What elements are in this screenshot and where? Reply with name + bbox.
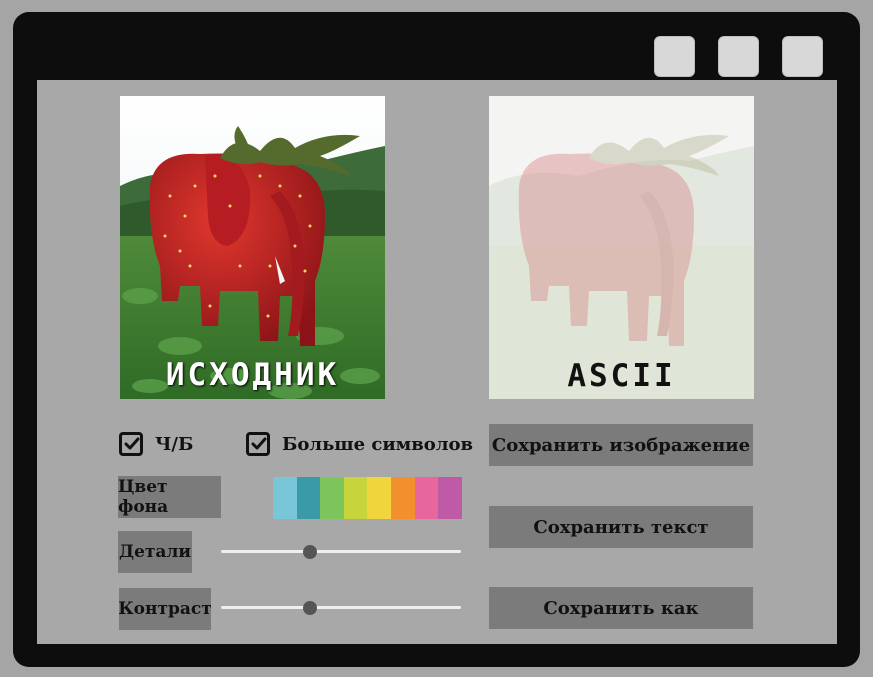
color-swatch[interactable] [296, 477, 321, 519]
more-symbols-option[interactable]: Больше символов [246, 432, 473, 456]
contrast-slider-thumb[interactable] [302, 601, 317, 615]
bw-option[interactable]: Ч/Б [119, 432, 193, 456]
color-swatch[interactable] [414, 477, 439, 519]
maximize-button[interactable] [718, 36, 759, 77]
bw-checkbox[interactable] [119, 432, 143, 456]
bg-color-label: Цвет фона [118, 476, 221, 518]
color-swatch[interactable] [320, 477, 344, 519]
ascii-caption: ASCII [567, 358, 676, 394]
original-caption: ИСХОДНИК [165, 357, 340, 393]
contrast-label: Контраст [118, 588, 212, 630]
save-image-button[interactable]: Сохранить изображение [489, 424, 753, 466]
contrast-slider-track [221, 606, 461, 609]
bg-color-palette [273, 477, 462, 519]
save-as-button[interactable]: Сохранить как [489, 587, 753, 629]
color-swatch[interactable] [390, 477, 415, 519]
color-swatch[interactable] [367, 477, 391, 519]
more-symbols-label: Больше символов [282, 433, 474, 455]
checkmark-icon [251, 437, 267, 450]
details-slider-track [221, 550, 461, 553]
ascii-image: ASCII [489, 96, 754, 399]
main-content: ИСХОДНИК ASCII Ч/Б Больше символов Цвет … [37, 80, 837, 644]
contrast-slider[interactable] [221, 601, 461, 615]
save-text-button[interactable]: Сохранить текст [489, 506, 753, 548]
bw-label: Ч/Б [155, 433, 194, 455]
checkmark-icon [124, 437, 140, 450]
minimize-button[interactable] [654, 36, 695, 77]
color-swatch[interactable] [438, 477, 462, 519]
details-slider-thumb[interactable] [302, 545, 317, 559]
color-swatch[interactable] [343, 477, 368, 519]
details-slider[interactable] [221, 545, 461, 559]
details-label: Детали [118, 531, 192, 573]
more-symbols-checkbox[interactable] [246, 432, 270, 456]
close-button[interactable] [782, 36, 823, 77]
original-image: ИСХОДНИК [120, 96, 385, 399]
color-swatch[interactable] [273, 477, 297, 519]
